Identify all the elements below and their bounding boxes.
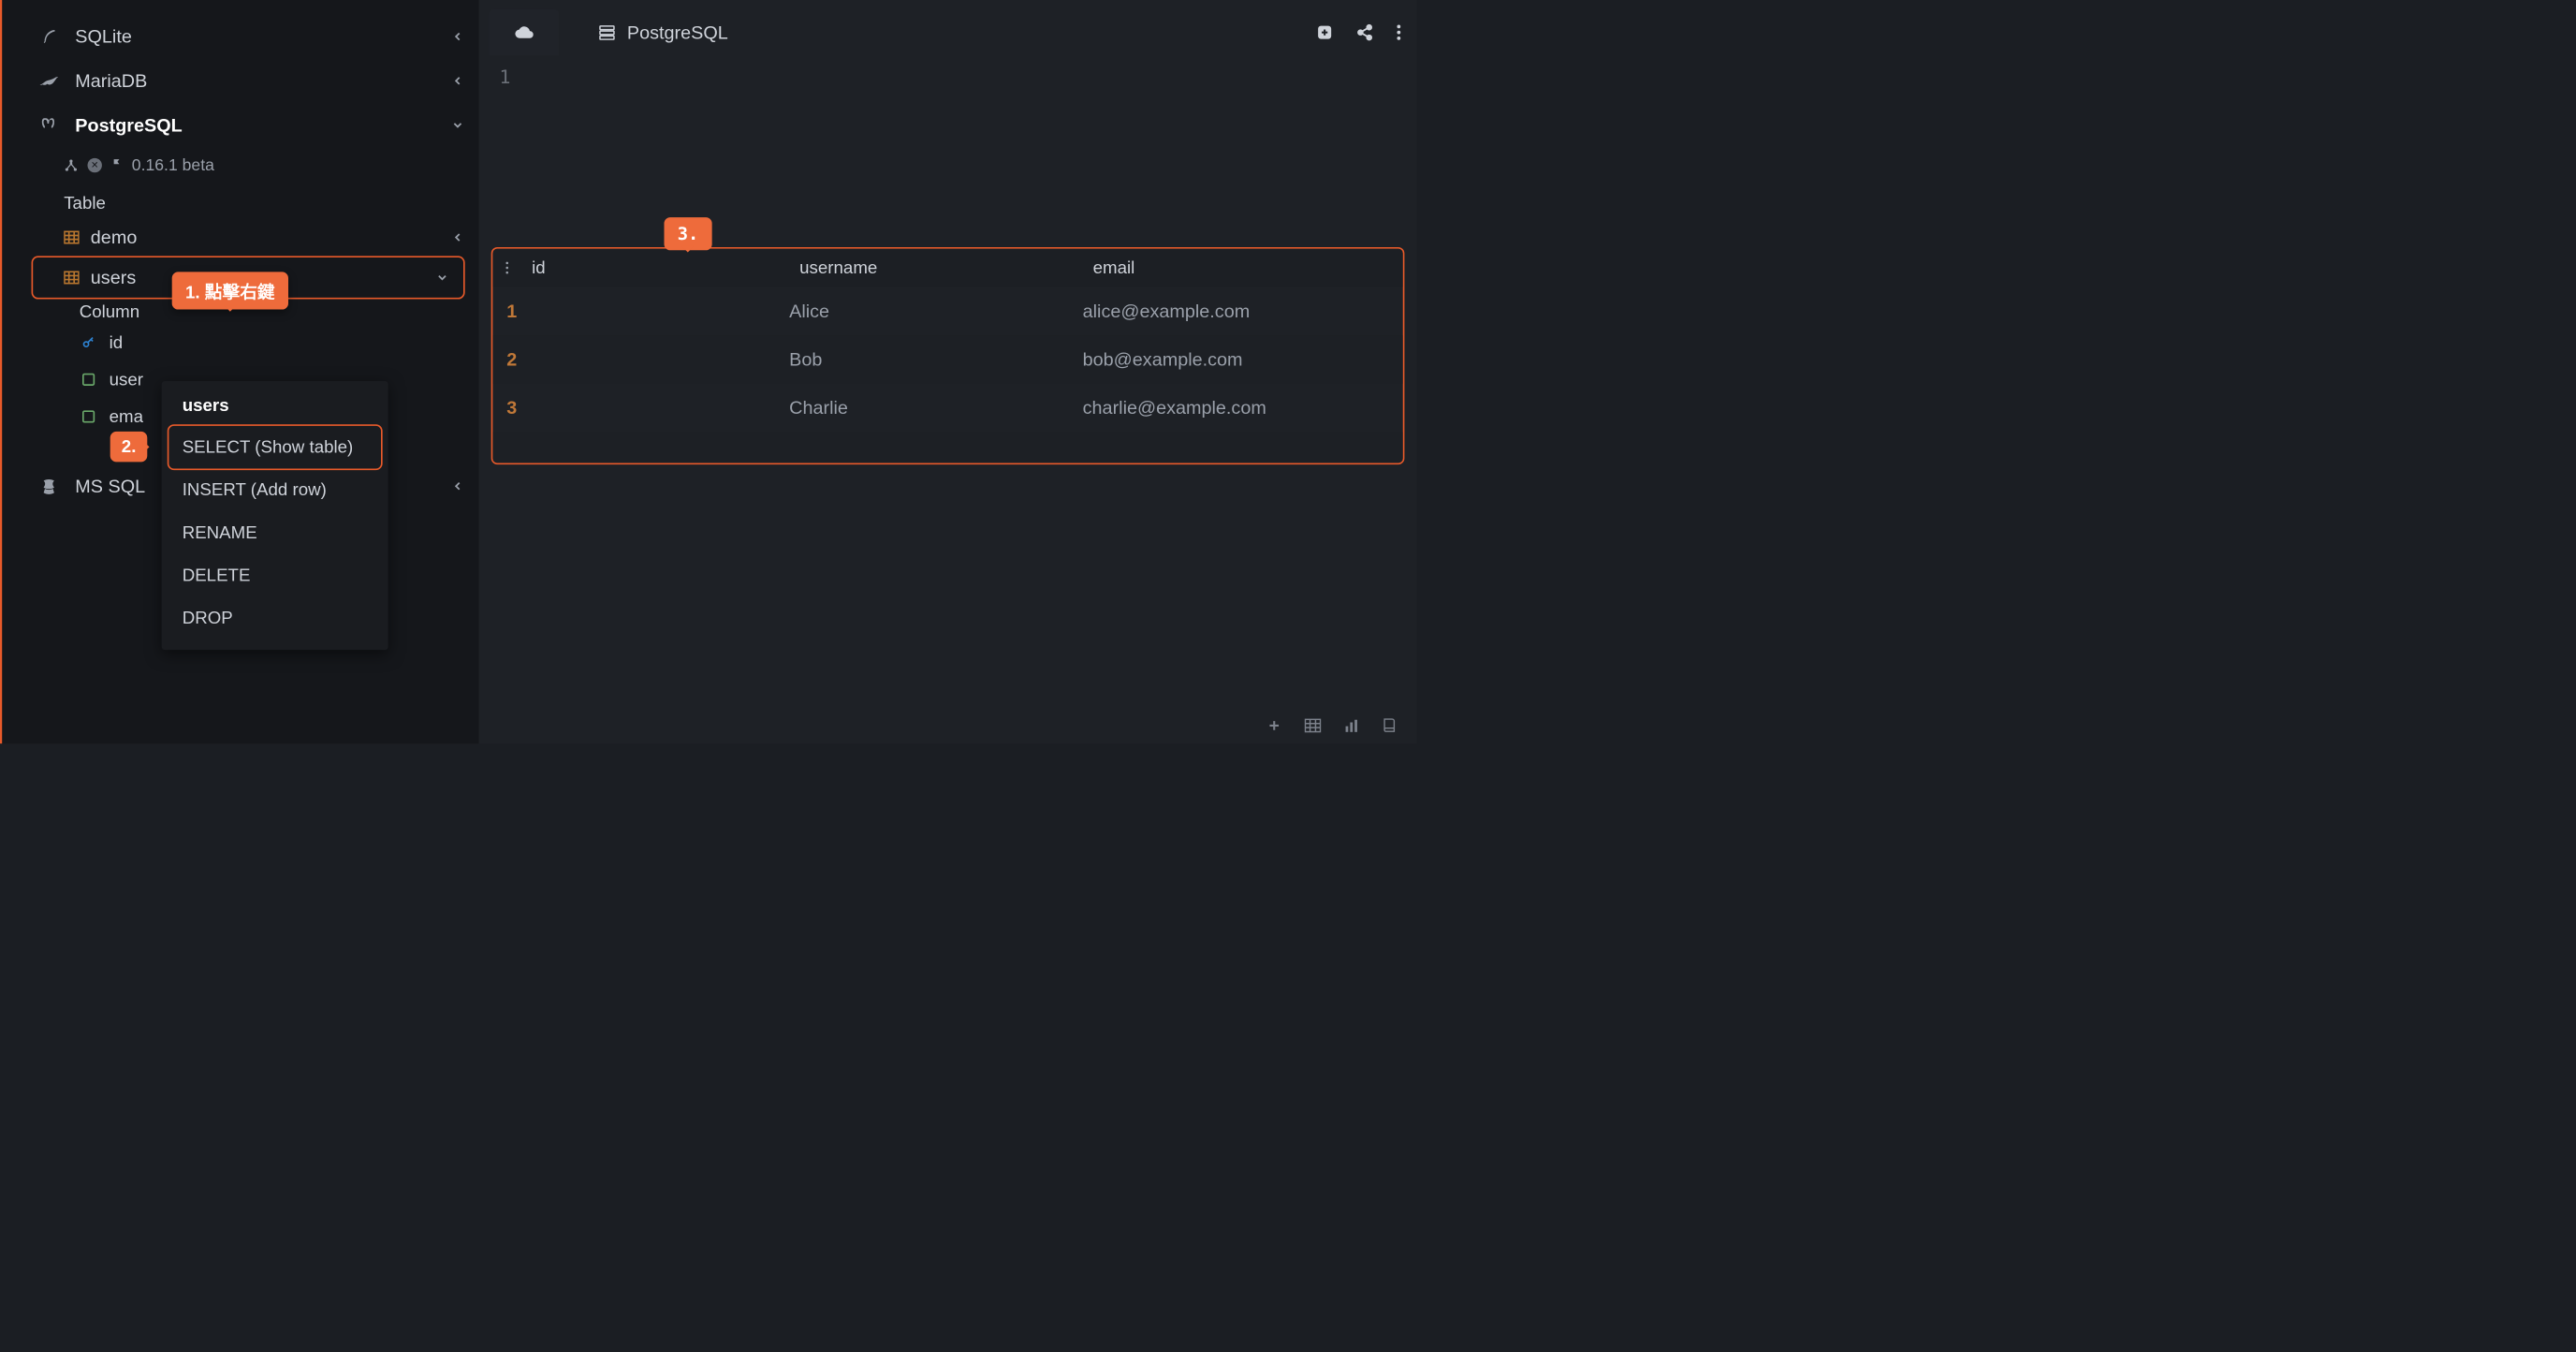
cell-email: alice@example.com — [1083, 301, 1403, 322]
context-menu-title: users — [162, 391, 388, 426]
col-header-id[interactable]: id — [521, 257, 789, 277]
result-body: 1 Alice alice@example.com 2 Bob bob@exam… — [492, 287, 1402, 463]
annotation-2: 2. — [110, 432, 148, 462]
cell-email: charlie@example.com — [1083, 397, 1403, 419]
tab-bar: PostgreSQL — [479, 0, 1417, 57]
line-number: 1 — [500, 67, 511, 89]
version-row: ✕ 0.16.1 beta — [2, 147, 478, 183]
row-index: 2 — [492, 348, 521, 370]
result-row-empty — [492, 432, 1402, 463]
result-row[interactable]: 3 Charlie charlie@example.com — [492, 384, 1402, 433]
chevron-left-icon — [451, 479, 464, 492]
share-button[interactable] — [1356, 23, 1374, 41]
ctx-insert[interactable]: INSERT (Add row) — [162, 469, 388, 512]
close-circle-icon[interactable]: ✕ — [88, 158, 102, 172]
sidebar-db-label: MariaDB — [75, 70, 147, 92]
tab-postgresql[interactable]: PostgreSQL — [575, 9, 752, 56]
annotation-1: 1. 點擊右鍵 — [172, 272, 288, 309]
key-icon — [80, 335, 98, 349]
table-name: users — [91, 267, 136, 288]
more-menu-button[interactable] — [1397, 23, 1402, 41]
col-header-username[interactable]: username — [789, 257, 1083, 277]
column-name: ema — [110, 406, 143, 426]
annotation-3: 3. — [665, 217, 712, 250]
add-tab-button[interactable] — [1316, 23, 1334, 41]
sidebar-db-mariadb[interactable]: MariaDB — [2, 59, 478, 103]
main-panel: PostgreSQL 1 3. — [479, 0, 1417, 743]
chart-view-button[interactable] — [1344, 718, 1360, 732]
table-icon — [64, 230, 80, 243]
bottom-toolbar — [479, 708, 1417, 744]
table-row-demo[interactable]: demo — [2, 217, 478, 257]
cell-username: Charlie — [789, 397, 1083, 419]
chevron-left-icon — [451, 74, 464, 87]
sidebar-db-label: MS SQL — [75, 476, 145, 497]
sidebar: SQLite MariaDB PostgreSQL — [0, 0, 479, 743]
add-row-button[interactable] — [1266, 718, 1282, 734]
sidebar-db-label: SQLite — [75, 26, 132, 48]
cell-username: Bob — [789, 348, 1083, 370]
ctx-delete[interactable]: DELETE — [162, 554, 388, 597]
ctx-select[interactable]: SELECT (Show table) — [168, 426, 381, 469]
column-row-id[interactable]: id — [2, 324, 478, 361]
tree-branch-icon — [64, 158, 78, 172]
mssql-icon — [38, 476, 60, 497]
ctx-drop[interactable]: DROP — [162, 596, 388, 639]
chevron-left-icon — [451, 230, 464, 243]
book-button[interactable] — [1382, 718, 1396, 734]
chevron-left-icon — [451, 30, 464, 43]
cell-username: Alice — [789, 301, 1083, 322]
grid-menu-button[interactable] — [492, 260, 521, 274]
result-header: id username email — [492, 249, 1402, 287]
feather-icon — [38, 26, 60, 48]
chevron-down-icon — [451, 119, 464, 132]
table-icon — [64, 271, 80, 284]
result-grid: id username email 1 Alice alice@example.… — [491, 247, 1405, 464]
tab-cloud[interactable] — [490, 9, 560, 56]
section-table-label: Table — [2, 183, 478, 217]
chevron-down-icon — [435, 271, 448, 284]
result-row[interactable]: 1 Alice alice@example.com — [492, 287, 1402, 335]
tab-label: PostgreSQL — [627, 22, 728, 43]
cloud-icon — [513, 24, 535, 41]
sql-editor[interactable]: 1 3. — [479, 57, 1417, 248]
sidebar-db-sqlite[interactable]: SQLite — [2, 14, 478, 58]
table-view-button[interactable] — [1305, 718, 1322, 732]
row-index: 1 — [492, 301, 521, 322]
database-stack-icon — [598, 24, 616, 40]
column-icon — [80, 410, 98, 422]
context-menu: users SELECT (Show table) INSERT (Add ro… — [162, 381, 388, 650]
tab-actions — [1316, 23, 1401, 41]
column-name: id — [110, 332, 124, 352]
version-label: 0.16.1 beta — [132, 155, 214, 174]
elephant-icon — [38, 114, 60, 136]
sidebar-db-label: PostgreSQL — [75, 114, 182, 136]
column-icon — [80, 374, 98, 386]
flag-icon — [111, 158, 123, 172]
sidebar-db-postgresql[interactable]: PostgreSQL — [2, 103, 478, 147]
row-index: 3 — [492, 397, 521, 419]
seal-icon — [38, 70, 60, 92]
table-name: demo — [91, 227, 138, 248]
column-name: user — [110, 370, 143, 389]
ctx-rename[interactable]: RENAME — [162, 511, 388, 554]
col-header-email[interactable]: email — [1083, 257, 1403, 277]
cell-email: bob@example.com — [1083, 348, 1403, 370]
result-row[interactable]: 2 Bob bob@example.com — [492, 335, 1402, 384]
